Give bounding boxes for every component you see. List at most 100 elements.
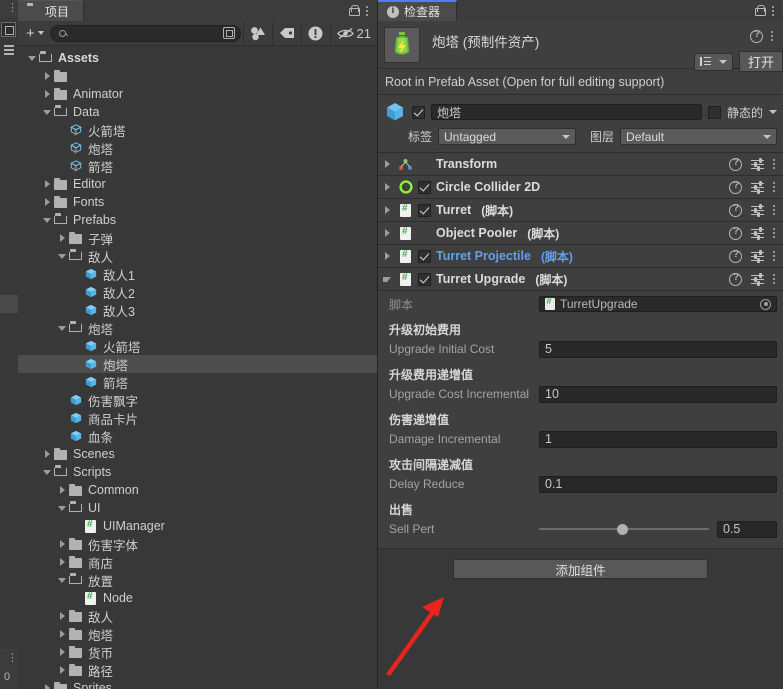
tree-expand-arrow[interactable] bbox=[41, 85, 53, 103]
tree-expand-arrow[interactable] bbox=[56, 247, 68, 265]
tree-item[interactable]: 血条 bbox=[18, 427, 377, 445]
tree-expand-arrow[interactable] bbox=[56, 121, 68, 139]
component-enabled-checkbox[interactable] bbox=[418, 203, 431, 217]
filter-by-label-icon[interactable] bbox=[271, 20, 301, 46]
tree-expand-arrow[interactable] bbox=[26, 49, 38, 67]
tab-inspector[interactable]: 检查器 bbox=[378, 0, 458, 21]
help-icon[interactable] bbox=[729, 203, 742, 217]
kebab-menu-icon[interactable] bbox=[772, 4, 776, 18]
lock-icon[interactable] bbox=[349, 5, 360, 16]
component-enabled-checkbox[interactable] bbox=[418, 180, 431, 194]
tree-expand-arrow[interactable] bbox=[56, 643, 68, 661]
search-box[interactable] bbox=[49, 24, 241, 42]
component-expand-arrow[interactable] bbox=[381, 224, 393, 242]
tree-item[interactable]: 子弹 bbox=[18, 229, 377, 247]
component-presets-icon[interactable] bbox=[751, 156, 764, 172]
tree-item[interactable]: 伤害字体 bbox=[18, 535, 377, 553]
component-presets-icon[interactable] bbox=[751, 179, 764, 195]
tree-expand-arrow[interactable] bbox=[56, 571, 68, 589]
property-value-field[interactable]: 0.5 bbox=[717, 520, 777, 538]
tree-item[interactable]: 炮塔 bbox=[18, 625, 377, 643]
open-prefab-button[interactable]: 打开 bbox=[738, 51, 783, 72]
tree-item[interactable]: 敌人 bbox=[18, 247, 377, 265]
prefab-view-dropdown[interactable] bbox=[693, 52, 733, 71]
tree-expand-arrow[interactable] bbox=[71, 337, 83, 355]
tree-item[interactable]: Fonts bbox=[18, 193, 377, 211]
tree-item[interactable]: UI bbox=[18, 499, 377, 517]
kebab-menu-icon[interactable] bbox=[773, 157, 777, 171]
tree-expand-arrow[interactable] bbox=[56, 409, 68, 427]
lock-icon[interactable] bbox=[755, 5, 766, 16]
tree-item[interactable]: {} 炮塔 bbox=[18, 139, 377, 157]
kebab-menu-icon[interactable] bbox=[773, 272, 777, 286]
tree-item[interactable]: 炮塔 bbox=[18, 355, 377, 373]
tree-item[interactable] bbox=[18, 67, 377, 85]
tree-item[interactable]: 路径 bbox=[18, 661, 377, 679]
help-icon[interactable] bbox=[729, 272, 742, 286]
component-enabled-checkbox[interactable] bbox=[418, 249, 431, 263]
script-object-field[interactable]: TurretUpgrade bbox=[539, 296, 777, 312]
property-value-field[interactable]: 0.1 bbox=[539, 475, 777, 493]
tree-expand-arrow[interactable] bbox=[71, 265, 83, 283]
tree-expand-arrow[interactable] bbox=[41, 67, 53, 85]
prefab-cube-icon[interactable] bbox=[384, 101, 406, 123]
tree-item[interactable]: Sprites bbox=[18, 679, 377, 689]
tree-item[interactable]: Common bbox=[18, 481, 377, 499]
gameobject-enabled-checkbox[interactable] bbox=[412, 105, 425, 119]
tree-item[interactable]: 炮塔 bbox=[18, 319, 377, 337]
kebab-menu-icon[interactable] bbox=[773, 249, 777, 263]
search-popout-icon[interactable] bbox=[222, 27, 235, 39]
layer-dropdown[interactable]: Default bbox=[620, 128, 777, 145]
create-asset-button[interactable]: + bbox=[24, 24, 50, 42]
help-icon[interactable] bbox=[729, 157, 742, 171]
gameobject-name-field[interactable]: 炮塔 bbox=[431, 104, 702, 120]
tree-expand-arrow[interactable] bbox=[41, 679, 53, 689]
tree-expand-arrow[interactable] bbox=[56, 391, 68, 409]
kebab-menu-icon[interactable] bbox=[771, 29, 775, 43]
tree-item[interactable]: {} 火箭塔 bbox=[18, 121, 377, 139]
component-expand-arrow[interactable] bbox=[381, 155, 393, 173]
tree-expand-arrow[interactable] bbox=[56, 139, 68, 157]
tree-expand-arrow[interactable] bbox=[56, 481, 68, 499]
component-header-3[interactable]: Object Pooler (脚本) bbox=[378, 222, 783, 245]
tag-dropdown[interactable]: Untagged bbox=[438, 128, 577, 145]
tree-expand-arrow[interactable] bbox=[41, 211, 53, 229]
static-checkbox[interactable] bbox=[707, 105, 721, 119]
property-value-field[interactable]: 10 bbox=[539, 385, 777, 403]
tree-item[interactable]: Editor bbox=[18, 175, 377, 193]
kebab-menu-icon[interactable] bbox=[773, 226, 777, 240]
tree-expand-arrow[interactable] bbox=[56, 157, 68, 175]
tree-expand-arrow[interactable] bbox=[71, 517, 83, 535]
tree-item[interactable]: 箭塔 bbox=[18, 373, 377, 391]
tree-expand-arrow[interactable] bbox=[56, 319, 68, 337]
tree-item[interactable]: 火箭塔 bbox=[18, 337, 377, 355]
tree-expand-arrow[interactable] bbox=[71, 355, 83, 373]
component-presets-icon[interactable] bbox=[751, 248, 764, 264]
tree-item[interactable]: 敌人 bbox=[18, 607, 377, 625]
tree-expand-arrow[interactable] bbox=[56, 661, 68, 679]
component-expand-arrow[interactable] bbox=[381, 178, 393, 196]
tree-expand-arrow[interactable] bbox=[41, 463, 53, 481]
slider-knob[interactable] bbox=[617, 523, 629, 535]
tree-expand-arrow[interactable] bbox=[56, 553, 68, 571]
tree-item[interactable]: 商店 bbox=[18, 553, 377, 571]
tree-expand-arrow[interactable] bbox=[41, 103, 53, 121]
edge-kebab-bottom-icon[interactable]: ⋮ bbox=[7, 653, 18, 664]
tree-item[interactable]: 敌人2 bbox=[18, 283, 377, 301]
tree-expand-arrow[interactable] bbox=[56, 427, 68, 445]
tree-item[interactable]: 敌人1 bbox=[18, 265, 377, 283]
component-header-1[interactable]: Circle Collider 2D bbox=[378, 176, 783, 199]
project-asset-tree[interactable]: Assets Animator Data {} 火箭塔 {} 炮塔 {} 箭塔 Editor Fon… bbox=[18, 46, 377, 689]
filter-by-type-icon[interactable] bbox=[242, 20, 272, 46]
sell-pert-slider[interactable] bbox=[539, 522, 709, 536]
component-header-5[interactable]: Turret Upgrade (脚本) bbox=[378, 268, 783, 291]
tree-item[interactable]: 伤害飘字 bbox=[18, 391, 377, 409]
edge-window-icon[interactable] bbox=[1, 22, 16, 37]
object-picker-icon[interactable] bbox=[760, 298, 771, 310]
tree-expand-arrow[interactable] bbox=[56, 535, 68, 553]
tree-expand-arrow[interactable] bbox=[56, 229, 68, 247]
help-icon[interactable] bbox=[750, 29, 763, 43]
tree-item[interactable]: Prefabs bbox=[18, 211, 377, 229]
kebab-menu-icon[interactable] bbox=[366, 4, 370, 18]
tree-item[interactable]: Scripts bbox=[18, 463, 377, 481]
